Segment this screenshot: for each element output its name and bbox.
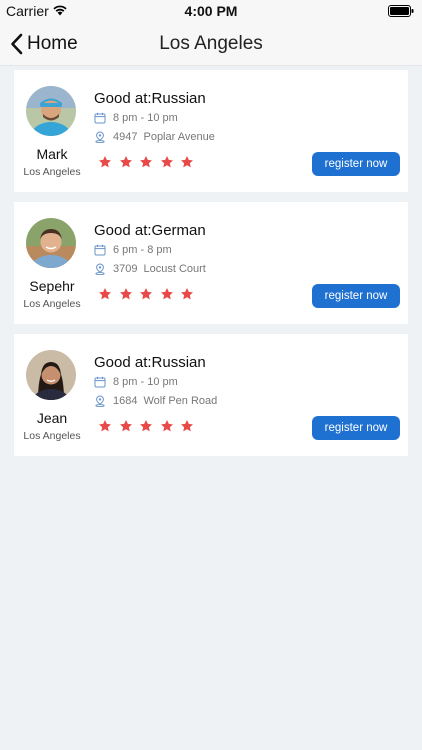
calendar-icon [94,244,106,256]
address-street: Poplar Avenue [143,131,215,143]
teacher-card[interactable]: Mark Los Angeles Good at:Russian 8 pm - … [14,70,408,192]
star-icon [99,288,111,300]
teacher-city: Los Angeles [23,430,81,442]
teacher-card[interactable]: Sepehr Los Angeles Good at:German 6 pm -… [14,202,408,324]
address-number: 1684 [113,395,138,407]
star-icon [119,288,132,300]
star-icon [181,288,193,300]
star-icon [160,420,173,432]
time-text: 8 pm - 10 pm [113,112,178,124]
avatar [26,86,76,136]
address-street: Wolf Pen Road [143,395,218,407]
status-bar: Carrier 4:00 PM [0,0,422,22]
avatar [26,350,76,400]
address-number: 3709 [113,263,138,275]
teacher-city: Los Angeles [23,166,81,178]
address-street: Locust Court [143,263,206,275]
teacher-city: Los Angeles [23,298,81,310]
location-pin-icon [95,395,105,407]
star-icon [99,156,111,168]
star-rating [98,287,201,301]
star-icon [160,156,173,168]
address-number: 4947 [113,131,138,143]
star-icon [160,288,173,300]
teacher-name: Mark [36,146,68,162]
register-button[interactable]: register now [312,152,400,176]
star-icon [119,420,132,432]
navigation-bar: Home Los Angeles [0,22,422,66]
calendar-icon [94,376,106,388]
register-button[interactable]: register now [312,284,400,308]
teacher-list: Mark Los Angeles Good at:Russian 8 pm - … [14,70,408,466]
star-rating [98,155,201,169]
address-row: 3709 Locust Court [94,263,206,275]
location-pin-icon [95,131,105,143]
time-row: 8 pm - 10 pm [94,376,178,388]
location-pin-icon [95,263,105,275]
address-row: 1684 Wolf Pen Road [94,395,217,407]
teacher-name: Sepehr [29,278,75,294]
clock: 4:00 PM [184,3,238,19]
time-text: 8 pm - 10 pm [113,376,178,388]
language-label: Good at:Russian [94,354,206,371]
calendar-icon [94,112,106,124]
page-title: Los Angeles [159,33,263,54]
teacher-card[interactable]: Jean Los Angeles Good at:Russian 8 pm - … [14,334,408,456]
avatar [26,218,76,268]
register-button[interactable]: register now [312,416,400,440]
battery-icon [388,5,414,17]
star-icon [140,420,152,432]
star-icon [119,156,132,168]
star-icon [140,288,152,300]
star-icon [181,156,193,168]
star-icon [181,420,193,432]
teacher-name: Jean [36,410,68,426]
star-icon [140,156,152,168]
language-label: Good at:German [94,222,206,239]
star-icon [99,420,111,432]
time-text: 6 pm - 8 pm [113,244,172,256]
time-row: 6 pm - 8 pm [94,244,172,256]
address-row: 4947 Poplar Avenue [94,131,215,143]
star-rating [98,419,201,433]
language-label: Good at:Russian [94,90,206,107]
time-row: 8 pm - 10 pm [94,112,178,124]
